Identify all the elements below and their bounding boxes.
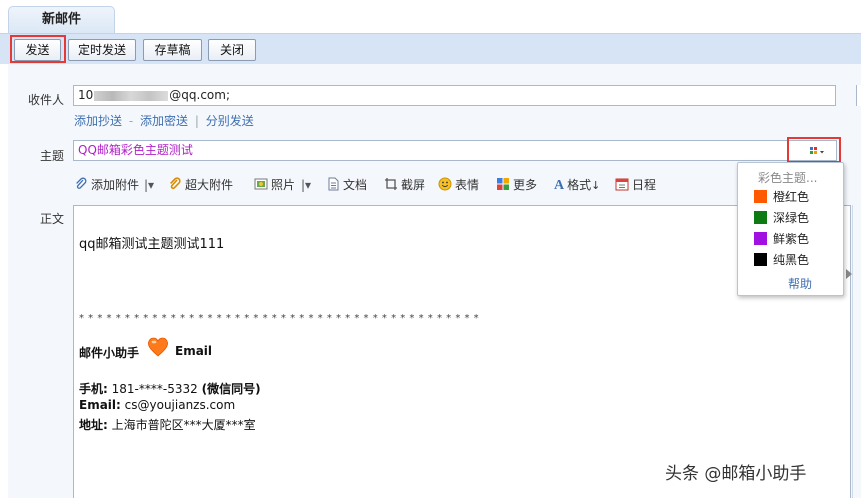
subject-color-button[interactable] (789, 140, 837, 161)
doc-button[interactable]: 文档 (326, 176, 367, 194)
add-cc-link[interactable]: 添加抄送 (74, 114, 122, 128)
format-a-icon: A (554, 178, 565, 193)
redacted-address (94, 90, 169, 101)
phone-label: 手机: (79, 382, 108, 396)
bright-purple-label: 鲜紫色 (773, 232, 810, 246)
phone-line: 手机: 181-****-5332 (微信同号) (79, 380, 261, 397)
address-value: 上海市普陀区***大厦***室 (111, 418, 256, 432)
big-attach-button[interactable]: 超大附件 (168, 176, 233, 194)
emoji-label: 表情 (455, 178, 480, 192)
link-pipe: | (194, 114, 199, 128)
compose-toolbar: 发送 定时发送 存草稿 关闭 (0, 33, 861, 64)
photo-icon (254, 178, 268, 190)
bright-purple-swatch (754, 232, 767, 245)
add-bcc-link[interactable]: 添加密送 (140, 114, 188, 128)
pure-black-label: 纯黑色 (773, 253, 810, 267)
phone-value: 181-****-5332 (111, 382, 198, 396)
screenshot-button[interactable]: 截屏 (384, 176, 425, 194)
save-draft-button[interactable]: 存草稿 (143, 39, 202, 61)
email-line: Email: cs@youjianzs.com (79, 398, 235, 412)
to-value-suffix: @qq.com; (169, 88, 231, 102)
calendar-icon (615, 178, 629, 191)
dark-green-label: 深绿色 (773, 211, 810, 225)
signature-separator: * * * * * * * * * * * * * * * * * * * * … (79, 313, 480, 324)
color-menu-help-link[interactable]: 帮助 (788, 275, 812, 292)
pure-black-swatch (754, 253, 767, 266)
to-value-prefix: 10 (78, 88, 94, 102)
mail-body-editor[interactable]: qq邮箱测试主题测试111 * * * * * * * * * * * * * … (73, 205, 851, 498)
document-icon (328, 177, 339, 191)
color-option-dark-green[interactable]: 深绿色 (754, 210, 809, 226)
photo-dropdown-caret[interactable]: |▾ (301, 176, 311, 194)
orange-red-label: 橙红色 (773, 190, 810, 204)
schedule-send-button[interactable]: 定时发送 (68, 39, 136, 61)
close-button[interactable]: 关闭 (208, 39, 256, 61)
address-line: 地址: 上海市普陀区***大厦***室 (79, 416, 256, 433)
format-button[interactable]: A 格式↓ (554, 176, 600, 194)
signature-name: 邮件小助手 (79, 346, 140, 360)
more-label: 更多 (513, 178, 538, 192)
scissors-crop-icon (385, 178, 397, 190)
side-panel-strip (852, 205, 861, 498)
email-value: cs@youjianzs.com (124, 398, 236, 412)
color-option-orange-red[interactable]: 橙红色 (754, 189, 809, 205)
subject-field[interactable]: QQ邮箱彩色主题测试 (73, 140, 789, 161)
attach-dropdown-caret[interactable]: |▾ (144, 176, 154, 194)
watermark: 头条 @邮箱小助手 (665, 464, 807, 484)
color-option-pure-black[interactable]: 纯黑色 (754, 252, 809, 268)
format-label: 格式 (567, 178, 592, 192)
doc-label: 文档 (343, 178, 368, 192)
send-button[interactable]: 发送 (14, 39, 61, 61)
schedule-label: 日程 (632, 178, 657, 192)
heart-icon (148, 337, 168, 357)
paperclip-icon (76, 177, 87, 189)
photo-label: 照片 (271, 178, 296, 192)
recipient-links: 添加抄送 - 添加密送 | 分别发送 (74, 112, 254, 129)
signature-email-word: Email (175, 344, 213, 358)
tab-bar: 新邮件 (0, 0, 861, 33)
to-label: 收件人 (27, 93, 64, 107)
body-label: 正文 (39, 212, 64, 226)
dark-green-swatch (754, 211, 767, 224)
expand-right-icon[interactable] (845, 268, 853, 280)
color-option-bright-purple[interactable]: 鲜紫色 (754, 231, 809, 247)
to-field[interactable]: 10 @qq.com; (73, 85, 836, 106)
link-dash: - (128, 114, 134, 128)
color-grid-icon (810, 147, 824, 154)
orange-red-swatch (754, 190, 767, 203)
emoji-button[interactable]: 表情 (438, 176, 479, 194)
attach-label: 添加附件 (91, 178, 140, 192)
format-arrow-icon: ↓ (591, 179, 601, 192)
separate-send-link[interactable]: 分别发送 (206, 114, 254, 128)
body-line-1: qq邮箱测试主题测试111 (79, 237, 225, 252)
address-label: 地址: (79, 418, 108, 432)
schedule-button[interactable]: 日程 (615, 176, 656, 194)
more-button[interactable]: 更多 (496, 176, 537, 194)
email-label: Email: (79, 398, 121, 412)
photo-button[interactable]: 照片 (254, 176, 295, 194)
screenshot-label: 截屏 (401, 178, 426, 192)
phone-note: (微信同号) (201, 382, 261, 396)
more-grid-icon (497, 178, 509, 190)
smiley-icon (438, 177, 452, 191)
color-theme-menu: 彩色主题... 橙红色 深绿色 鲜紫色 纯黑色 帮助 (737, 162, 844, 296)
color-menu-title: 彩色主题... (758, 171, 818, 185)
big-paperclip-icon (170, 177, 181, 190)
tab-new-mail[interactable]: 新邮件 (8, 6, 115, 33)
attach-button[interactable]: 添加附件 (74, 176, 139, 194)
contacts-panel-edge (856, 85, 861, 106)
big-attach-label: 超大附件 (185, 178, 234, 192)
subject-label: 主题 (39, 149, 64, 163)
